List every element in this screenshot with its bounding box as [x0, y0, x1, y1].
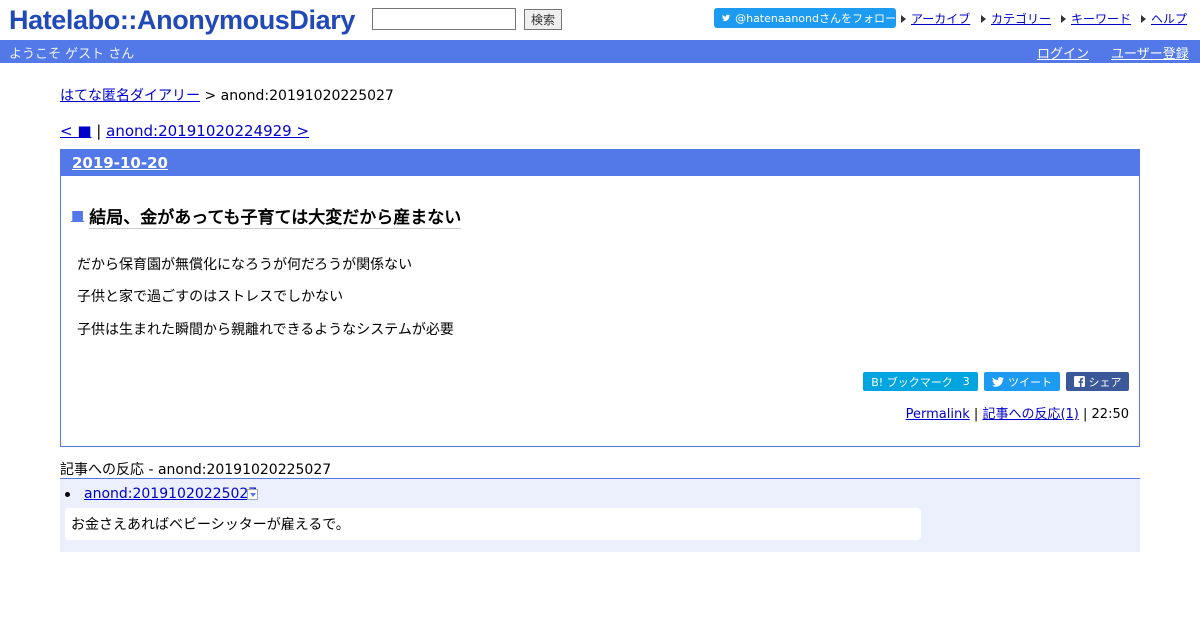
breadcrumb-current: anond:20191020225027	[220, 88, 394, 104]
article-footer: Permalink | 記事への反応(1) | 22:50	[906, 403, 1129, 422]
date-bar: 2019-10-20	[61, 150, 1139, 176]
search-button[interactable]: 検索	[524, 9, 562, 30]
follow-label: @hatenaanondさんをフォロー	[735, 12, 896, 25]
nav-keyword[interactable]: キーワード	[1061, 10, 1131, 27]
footer-separator: |	[973, 407, 979, 422]
bullet-icon	[65, 492, 70, 497]
permalink[interactable]: Permalink	[906, 407, 970, 422]
site-logo[interactable]: Hatelabo::AnonymousDiary	[9, 4, 355, 36]
pager-separator: |	[96, 122, 102, 140]
tweet-label: ツイート	[1008, 375, 1052, 389]
user-bar: ようこそ ゲスト さん ログイン ユーザー登録	[0, 40, 1200, 63]
nav-help[interactable]: ヘルプ	[1141, 10, 1187, 27]
nav-keyword-link[interactable]: キーワード	[1071, 10, 1131, 27]
article-title: ■ 結局、金があっても子育ては大変だから産まない	[71, 203, 462, 229]
tweet-button[interactable]: ツイート	[984, 372, 1060, 391]
twitter-follow-button[interactable]: @hatenaanondさんをフォロー	[714, 8, 896, 28]
hatena-bookmark-button[interactable]: B! ブックマーク 3	[863, 372, 978, 391]
twitter-bird-icon	[722, 14, 731, 22]
body-line: 子供と家で過ごすのはストレスでしかない	[77, 289, 344, 305]
title-square-icon[interactable]: ■	[71, 208, 84, 224]
body-line: 子供は生まれた瞬間から親離れできるようなシステムが必要	[77, 322, 454, 338]
arrow-icon	[981, 14, 986, 23]
facebook-icon	[1073, 376, 1085, 387]
facebook-label: シェア	[1088, 375, 1122, 389]
breadcrumb: はてな匿名ダイアリー > anond:20191020225027	[60, 85, 394, 105]
arrow-icon	[1061, 14, 1066, 23]
nav-archive[interactable]: アーカイブ	[901, 10, 970, 27]
register-link[interactable]: ユーザー登録	[1111, 43, 1189, 62]
reactions-link[interactable]: 記事への反応(1)	[982, 407, 1078, 422]
pager-prev[interactable]: < ■	[60, 122, 92, 140]
reaction-body: お金さえあればベビーシッターが雇えるで。	[65, 508, 921, 540]
breadcrumb-home[interactable]: はてな匿名ダイアリー	[60, 88, 200, 104]
nav-archive-link[interactable]: アーカイブ	[911, 10, 970, 27]
login-link[interactable]: ログイン	[1037, 43, 1089, 62]
pager-next[interactable]: anond:20191020224929 >	[106, 122, 309, 140]
welcome-text: ようこそ ゲスト さん	[9, 47, 135, 62]
bookmark-label: B! ブックマーク	[871, 375, 953, 389]
expand-toggle-icon[interactable]	[247, 489, 258, 500]
pager: < ■ | anond:20191020224929 >	[60, 122, 309, 140]
reaction-link[interactable]: anond:20191020225027	[84, 486, 257, 502]
nav-category-link[interactable]: カテゴリー	[991, 10, 1051, 27]
header: Hatelabo::AnonymousDiary 検索 @hatenaanond…	[0, 0, 1200, 40]
twitter-bird-icon	[992, 376, 1004, 387]
reactions-title: 記事への反応 - anond:20191020225027	[60, 462, 332, 478]
bookmark-count: 3	[962, 375, 970, 388]
body-line: だから保育園が無償化になろうが何だろうが関係ない	[77, 257, 413, 273]
title-text: 結局、金があっても子育ては大変だから産まない	[89, 203, 462, 229]
nav-category[interactable]: カテゴリー	[981, 10, 1051, 27]
footer-separator: |	[1083, 407, 1088, 422]
article-date[interactable]: 2019-10-20	[72, 154, 168, 172]
breadcrumb-separator: >	[204, 88, 217, 104]
arrow-icon	[1141, 14, 1146, 23]
facebook-share-button[interactable]: シェア	[1066, 372, 1129, 391]
reactions-list: anond:20191020225027 お金さえあればベビーシッターが雇えるで…	[60, 478, 1140, 552]
share-buttons: B! ブックマーク 3 ツイート シェア	[863, 372, 1129, 391]
arrow-icon	[901, 14, 906, 23]
search-input[interactable]	[372, 8, 516, 30]
post-time: 22:50	[1091, 407, 1129, 422]
nav-help-link[interactable]: ヘルプ	[1151, 10, 1187, 27]
article: 2019-10-20 ■ 結局、金があっても子育ては大変だから産まない だから保…	[60, 149, 1140, 447]
